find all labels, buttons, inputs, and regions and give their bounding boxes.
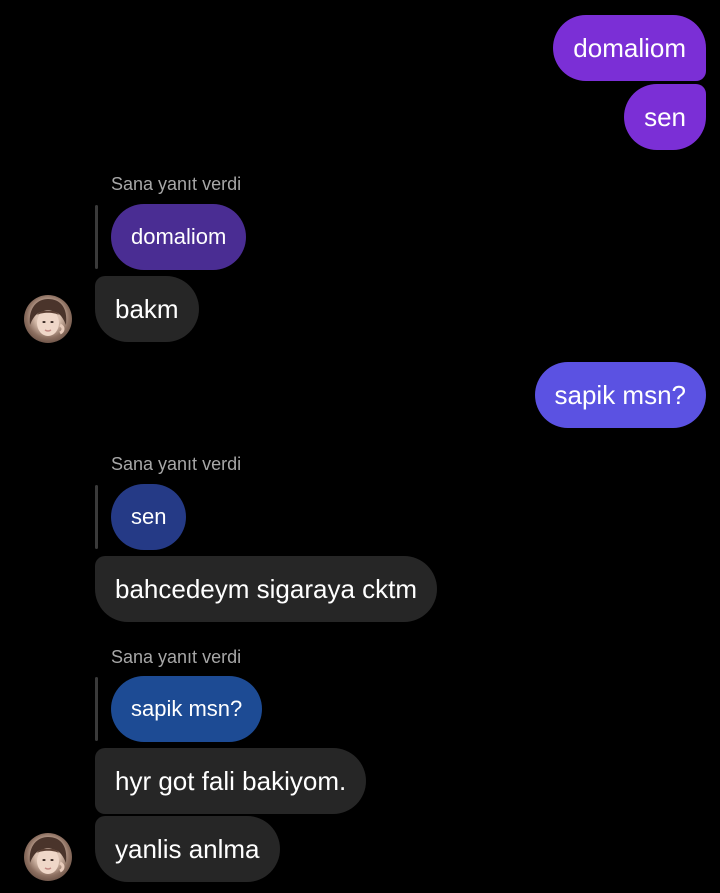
avatar-photo-icon <box>29 299 67 336</box>
outgoing-message[interactable]: sen <box>624 84 706 150</box>
outgoing-message[interactable]: sapik msn? <box>534 362 706 428</box>
reply-indicator-bar <box>95 485 98 549</box>
incoming-message[interactable]: yanlis anlma <box>95 816 280 882</box>
reply-indicator-bar <box>95 205 98 269</box>
incoming-message[interactable]: bakm <box>95 276 199 342</box>
avatar-photo-icon <box>29 837 67 874</box>
reply-indicator-bar <box>95 677 98 741</box>
contact-avatar[interactable] <box>24 295 72 343</box>
reply-label: Sana yanıt verdi <box>111 454 242 474</box>
outgoing-message[interactable]: domaliom <box>553 15 706 81</box>
incoming-message[interactable]: bahcedeym sigaraya cktm <box>95 556 438 622</box>
contact-avatar[interactable] <box>24 833 72 881</box>
incoming-message[interactable]: hyr got fali bakiyom. <box>95 748 367 814</box>
reply-label: Sana yanıt verdi <box>111 174 242 194</box>
reply-label: Sana yanıt verdi <box>111 647 242 667</box>
quoted-message[interactable]: sen <box>111 484 187 550</box>
quoted-message[interactable]: domaliom <box>111 204 247 270</box>
quoted-message[interactable]: sapik msn? <box>111 676 263 742</box>
